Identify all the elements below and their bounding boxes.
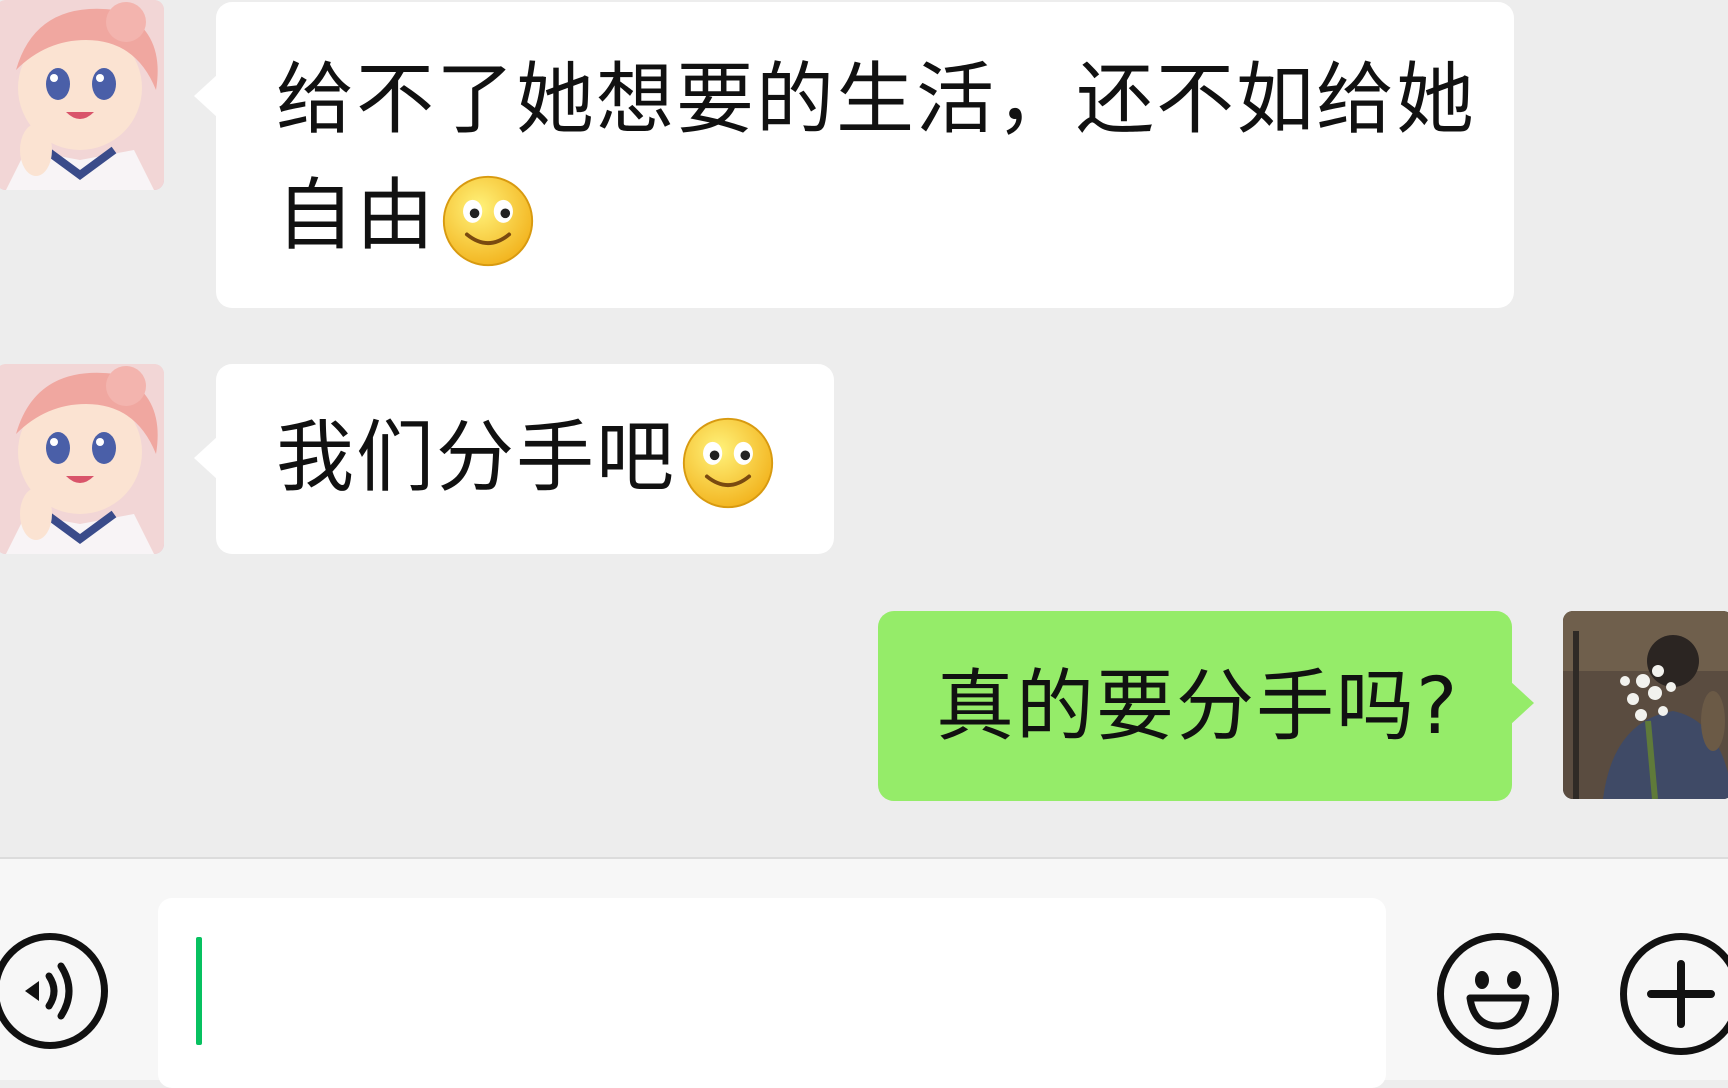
anime-girl-avatar-image <box>0 0 164 190</box>
message-text-line1: 给不了她想要的生活，还不如给她 <box>276 55 1477 145</box>
contact-avatar[interactable] <box>0 364 164 554</box>
more-button[interactable] <box>1620 933 1728 1055</box>
plus-icon <box>1647 960 1715 1028</box>
voice-icon <box>25 962 73 1020</box>
chat-area[interactable]: 给不了她想要的生活，还不如给她 自由 我们分手吧 真的要分手吗? <box>0 0 1728 857</box>
smile-emoji-icon <box>682 417 774 508</box>
message-text: 真的要分手吗? <box>936 662 1460 752</box>
message-bubble-incoming[interactable]: 我们分手吧 <box>194 364 834 554</box>
message-text-line2: 自由 <box>276 171 437 261</box>
message-bubble-outgoing[interactable]: 真的要分手吗? <box>878 611 1534 801</box>
contact-avatar[interactable] <box>0 0 164 190</box>
emoji-face-icon <box>1466 971 1530 1030</box>
emoji-button[interactable] <box>1437 933 1559 1055</box>
person-with-flowers-avatar-image <box>1563 611 1728 799</box>
message-bubble-incoming[interactable]: 给不了她想要的生活，还不如给她 自由 <box>194 2 1514 308</box>
voice-button[interactable] <box>0 933 108 1049</box>
message-input[interactable] <box>158 898 1386 1088</box>
text-caret <box>196 937 202 1045</box>
anime-girl-avatar-image <box>0 364 164 554</box>
user-avatar[interactable] <box>1563 611 1728 799</box>
input-bar <box>0 859 1728 1088</box>
smile-emoji-icon <box>442 175 534 266</box>
message-text: 我们分手吧 <box>276 413 677 503</box>
